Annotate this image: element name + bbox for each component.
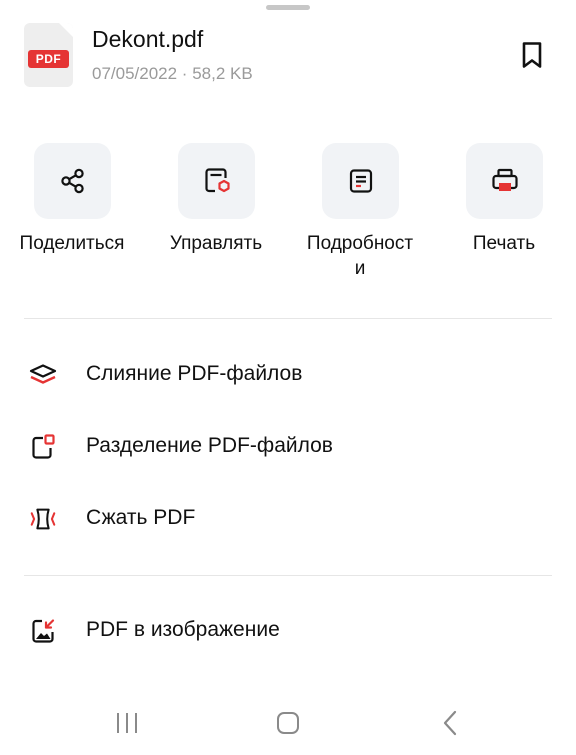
divider xyxy=(24,575,552,576)
menu-item-compress-pdf[interactable]: Сжать PDF xyxy=(0,491,576,547)
manage-button[interactable]: Управлять xyxy=(146,143,286,288)
pdf-badge: PDF xyxy=(28,50,69,68)
system-nav-bar xyxy=(0,695,576,755)
bookmark-icon[interactable] xyxy=(518,38,546,72)
menu-item-merge-pdf[interactable]: Слияние PDF-файлов xyxy=(0,347,576,403)
share-icon xyxy=(34,143,111,219)
print-button[interactable]: Печать xyxy=(434,143,574,288)
divider xyxy=(24,318,552,319)
file-name: Dekont.pdf xyxy=(92,26,204,52)
file-meta: 07/05/2022 · 58,2 KB xyxy=(92,64,253,83)
print-icon xyxy=(466,143,543,219)
pdf-to-image-icon xyxy=(28,617,58,645)
file-header: PDF Dekont.pdf 07/05/2022 · 58,2 KB xyxy=(24,22,552,90)
details-button[interactable]: Подробност и xyxy=(290,143,430,288)
manage-label: Управлять xyxy=(169,233,263,254)
share-label: Поделиться xyxy=(19,233,125,254)
details-label: Подробност и xyxy=(306,233,414,279)
recent-apps-icon[interactable] xyxy=(97,703,157,743)
split-icon xyxy=(28,433,58,461)
share-button[interactable]: Поделиться xyxy=(2,143,142,288)
menu-label-split: Разделение PDF-файлов xyxy=(86,434,333,457)
compress-icon xyxy=(28,505,58,533)
pdf-file-icon: PDF xyxy=(24,23,73,87)
merge-layers-icon xyxy=(28,361,58,389)
menu-item-split-pdf[interactable]: Разделение PDF-файлов xyxy=(0,419,576,475)
menu-label-merge: Слияние PDF-файлов xyxy=(86,362,303,385)
menu-label-pdf-to-image: PDF в изображение xyxy=(86,618,280,641)
home-icon[interactable] xyxy=(258,703,318,743)
back-icon[interactable] xyxy=(420,703,480,743)
print-label: Печать xyxy=(472,233,536,254)
menu-item-pdf-to-image[interactable]: PDF в изображение xyxy=(0,603,576,659)
details-icon xyxy=(322,143,399,219)
menu-label-compress: Сжать PDF xyxy=(86,506,196,529)
quick-actions: Поделиться Управлять Подробност и Печать xyxy=(0,143,576,288)
drag-handle[interactable] xyxy=(266,5,310,10)
manage-icon xyxy=(178,143,255,219)
